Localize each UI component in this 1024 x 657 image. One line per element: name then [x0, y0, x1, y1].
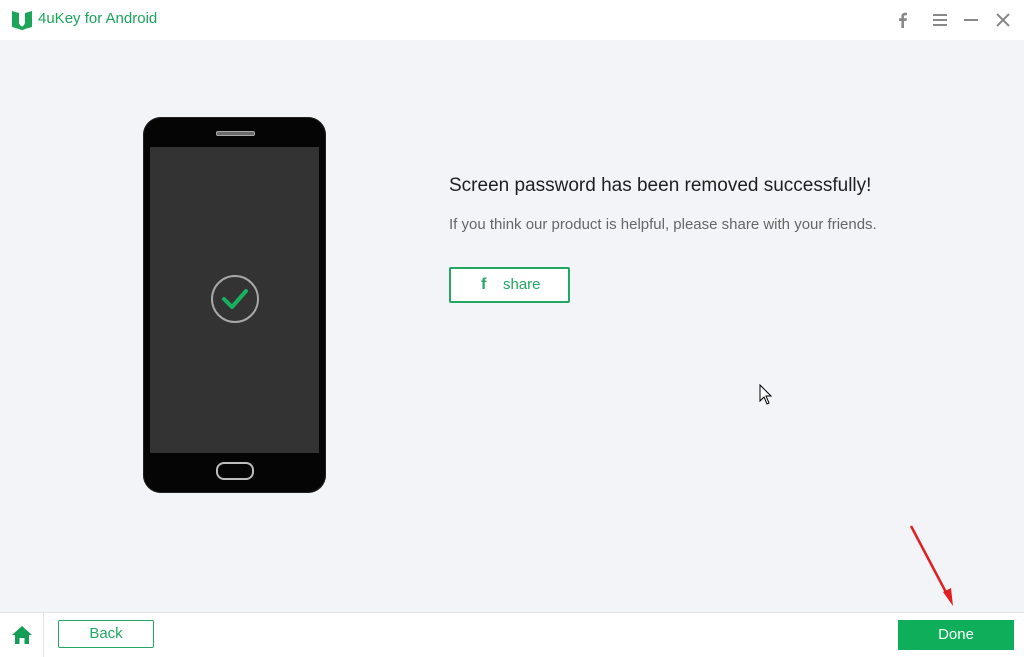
phone-speaker — [216, 131, 255, 136]
footer-bar: Back Done — [0, 612, 1024, 657]
close-icon[interactable] — [994, 11, 1012, 29]
share-button[interactable]: f share — [449, 267, 570, 303]
result-subtitle: If you think our product is helpful, ple… — [449, 216, 877, 233]
facebook-icon: f — [481, 276, 487, 293]
title-bar: 4uKey for Android — [0, 0, 1024, 40]
back-button[interactable]: Back — [58, 620, 154, 648]
facebook-icon[interactable] — [894, 11, 912, 29]
phone-illustration — [143, 117, 326, 493]
home-button[interactable] — [0, 613, 44, 657]
mouse-cursor-icon — [759, 384, 773, 405]
app-title: 4uKey for Android — [38, 10, 158, 27]
minimize-icon[interactable] — [962, 11, 980, 29]
phone-home-key — [216, 462, 254, 480]
annotation-arrow-icon — [909, 525, 953, 606]
success-check-icon — [211, 275, 259, 323]
home-icon — [12, 626, 32, 644]
app-logo-icon — [12, 11, 32, 30]
phone-screen — [150, 147, 319, 453]
result-title: Screen password has been removed success… — [449, 175, 872, 196]
share-label: share — [503, 276, 541, 293]
menu-icon[interactable] — [931, 11, 949, 29]
done-button[interactable]: Done — [898, 620, 1014, 650]
